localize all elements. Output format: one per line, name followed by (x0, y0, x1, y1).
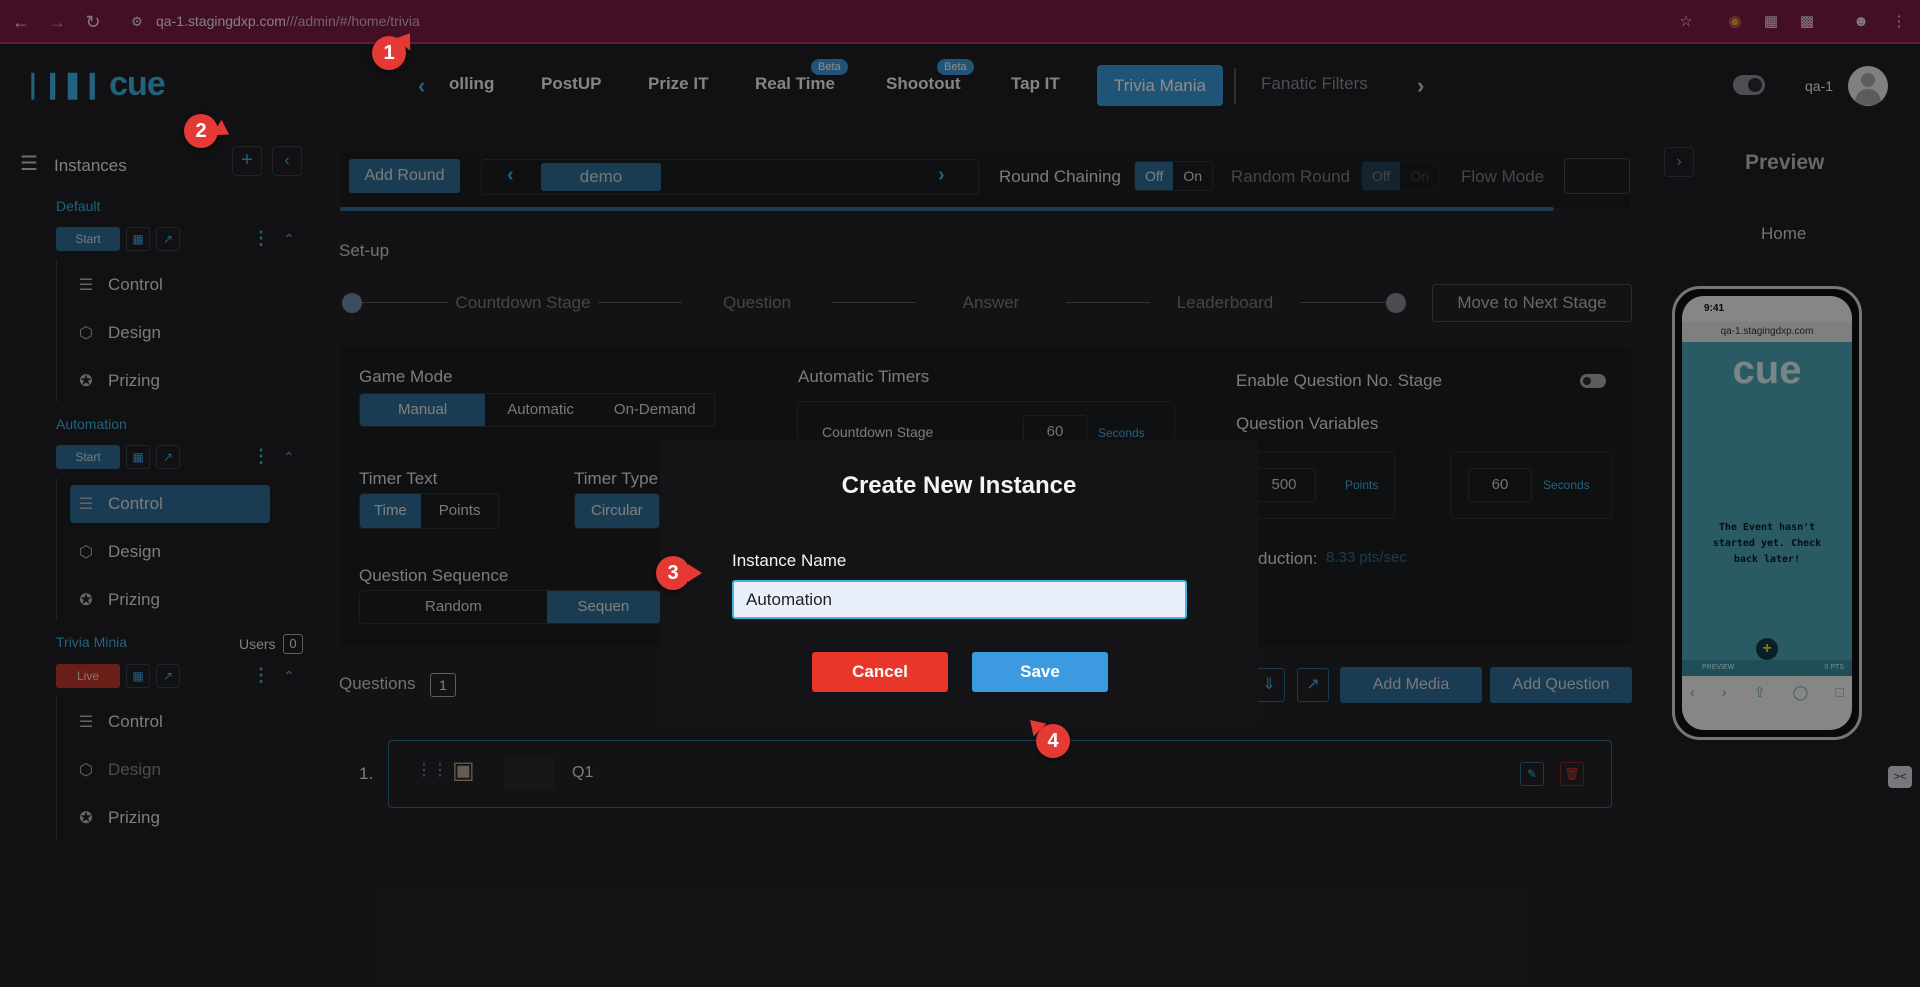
cancel-button[interactable]: Cancel (812, 652, 948, 692)
annotation-marker: 4 (1036, 724, 1070, 758)
instance-name-label: Instance Name (732, 551, 847, 570)
annotation-marker: 2 (184, 114, 218, 148)
instance-name-input[interactable] (732, 580, 1187, 619)
annotation-marker: 1 (372, 36, 406, 70)
modal-title: Create New Instance (841, 472, 1077, 499)
save-button[interactable]: Save (972, 652, 1108, 692)
annotation-marker: 3 (656, 556, 702, 590)
